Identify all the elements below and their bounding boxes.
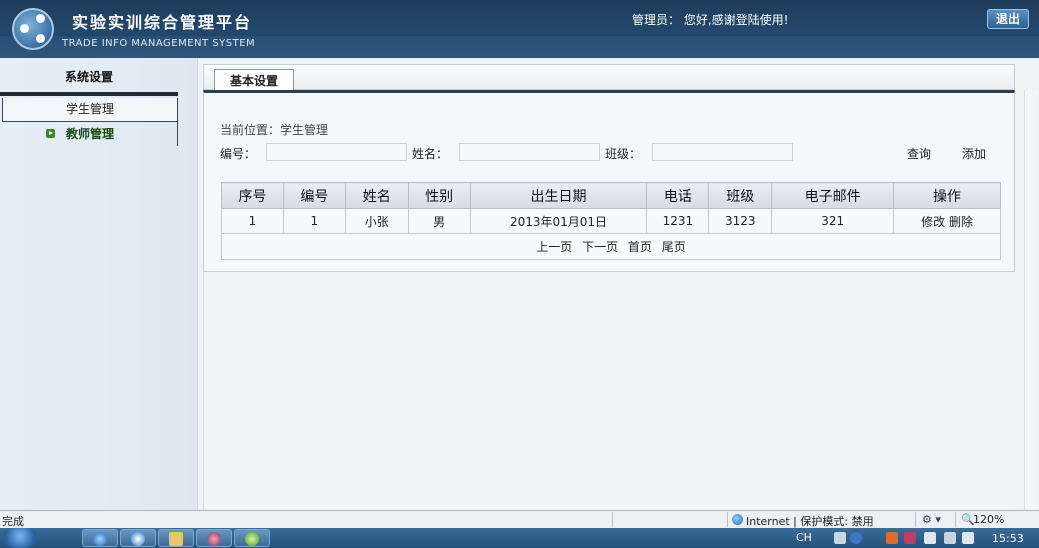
tray-network-icon[interactable] xyxy=(924,532,936,544)
cell-actions: 修改 删除 xyxy=(893,208,1001,234)
welcome-text: 管理员： 您好,感谢登陆使用! xyxy=(632,13,789,27)
tray-display-icon[interactable] xyxy=(944,532,956,544)
vertical-scrollbar[interactable] xyxy=(1024,90,1038,510)
pager-row: 上一页 下一页 首页 尾页 xyxy=(221,233,1001,260)
class-label: 班级： xyxy=(605,147,642,161)
status-divider xyxy=(955,512,956,527)
id-label: 编号： xyxy=(220,147,257,161)
status-divider xyxy=(727,512,728,527)
folder-icon xyxy=(169,532,183,546)
taskbar-ie-button[interactable] xyxy=(82,529,118,547)
taskbar-folder-button[interactable] xyxy=(158,529,194,547)
taskbar-tool-button[interactable] xyxy=(234,529,270,547)
cell-birth: 2013年01月01日 xyxy=(469,208,648,234)
volume-icon[interactable] xyxy=(962,532,974,544)
class-input[interactable] xyxy=(652,143,793,161)
first-page-link[interactable]: 首页 xyxy=(628,240,652,254)
taskbar-app-button[interactable] xyxy=(196,529,232,547)
tab-basic-settings[interactable]: 基本设置 xyxy=(214,69,294,92)
sidebar-title: 系统设置 xyxy=(64,70,113,84)
logo-icon xyxy=(12,8,54,50)
clock: 15:53 xyxy=(992,532,1024,545)
next-page-link[interactable]: 下一页 xyxy=(582,240,618,254)
app-header: 实验实训综合管理平台 TRADE INFO MANAGEMENT SYSTEM … xyxy=(0,0,1039,58)
status-divider xyxy=(612,512,613,527)
content-area: 当前位置：学生管理 编号： 姓名： 班级： 查询 添加 序号 编号 姓名 性别 xyxy=(203,90,1015,272)
column-header: 出生日期 xyxy=(469,182,648,209)
add-button[interactable]: 添加 xyxy=(962,145,986,162)
cell-seq: 1 xyxy=(221,208,284,234)
tool-icon xyxy=(245,532,259,546)
breadcrumb: 当前位置：学生管理 xyxy=(220,123,329,137)
cell-phone: 1231 xyxy=(646,208,710,234)
globe-icon xyxy=(732,514,743,525)
os-taskbar: CH 15:53 xyxy=(0,528,1039,548)
cell-gender: 男 xyxy=(407,208,471,234)
column-header: 电话 xyxy=(646,182,710,209)
app-icon xyxy=(207,532,221,546)
keyboard-icon[interactable] xyxy=(834,532,846,544)
student-table: 序号 编号 姓名 性别 出生日期 电话 班级 电子邮件 操作 1 1 小张 男 xyxy=(221,182,1001,260)
security-zone: Internet | 保护模式: 禁用 xyxy=(746,515,874,528)
app-title: 实验实训综合管理平台 xyxy=(72,13,253,32)
sidebar: 系统设置 学生管理 教师管理 xyxy=(0,58,198,510)
cell-class: 3123 xyxy=(708,208,773,234)
column-header: 操作 xyxy=(893,182,1001,209)
cell-email: 321 xyxy=(771,208,895,234)
pager: 上一页 下一页 首页 尾页 xyxy=(221,233,1001,260)
name-label: 姓名： xyxy=(412,147,449,161)
sidebar-item-label: 教师管理 xyxy=(66,127,115,141)
table-header-row: 序号 编号 姓名 性别 出生日期 电话 班级 电子邮件 操作 xyxy=(221,182,1001,209)
table-row: 1 1 小张 男 2013年01月01日 1231 3123 321 修改 删除 xyxy=(221,208,1001,234)
protected-mode-icon[interactable]: ⚙ ▾ xyxy=(922,513,941,526)
tray-app-icon[interactable] xyxy=(904,532,916,544)
tab-bar: 基本设置 xyxy=(203,64,1015,92)
column-header: 电子邮件 xyxy=(771,182,895,209)
status-text: 完成 xyxy=(2,515,24,528)
cell-id: 1 xyxy=(282,208,346,234)
taskbar-media-button[interactable] xyxy=(120,529,156,547)
sidebar-divider xyxy=(0,92,178,96)
zoom-level[interactable]: 120% xyxy=(973,513,1004,526)
sidebar-item-teacher-management[interactable]: 教师管理 xyxy=(2,122,178,146)
language-indicator[interactable]: CH xyxy=(796,531,812,544)
app-subtitle: TRADE INFO MANAGEMENT SYSTEM xyxy=(62,38,256,49)
column-header: 姓名 xyxy=(344,182,409,209)
column-header: 编号 xyxy=(282,182,346,209)
main-panel: 基本设置 当前位置：学生管理 编号： 姓名： 班级： 查询 添加 序号 编号 姓… xyxy=(203,64,1015,510)
media-icon xyxy=(131,532,145,546)
query-button[interactable]: 查询 xyxy=(907,145,931,162)
tray-app-icon[interactable] xyxy=(886,532,898,544)
start-button[interactable] xyxy=(4,528,36,548)
sidebar-item-student-management[interactable]: 学生管理 xyxy=(2,98,178,122)
logout-button[interactable]: 退出 xyxy=(987,9,1029,29)
name-input[interactable] xyxy=(459,143,600,161)
browser-statusbar: 完成 Internet | 保护模式: 禁用 ⚙ ▾ 🔍 120% xyxy=(0,510,1039,528)
column-header: 性别 xyxy=(407,182,471,209)
arrow-right-icon xyxy=(46,129,55,138)
column-header: 序号 xyxy=(221,182,284,209)
ie-icon xyxy=(93,532,107,546)
status-divider xyxy=(915,512,916,527)
cell-name: 小张 xyxy=(344,208,409,234)
delete-link[interactable]: 删除 xyxy=(949,215,973,229)
edit-link[interactable]: 修改 xyxy=(921,215,945,229)
help-icon[interactable] xyxy=(850,532,862,544)
column-header: 班级 xyxy=(708,182,773,209)
prev-page-link[interactable]: 上一页 xyxy=(536,240,572,254)
last-page-link[interactable]: 尾页 xyxy=(662,240,686,254)
search-form: 编号： 姓名： 班级： 查询 添加 xyxy=(220,143,1000,163)
id-input[interactable] xyxy=(266,143,407,161)
empty-area xyxy=(203,272,1015,510)
